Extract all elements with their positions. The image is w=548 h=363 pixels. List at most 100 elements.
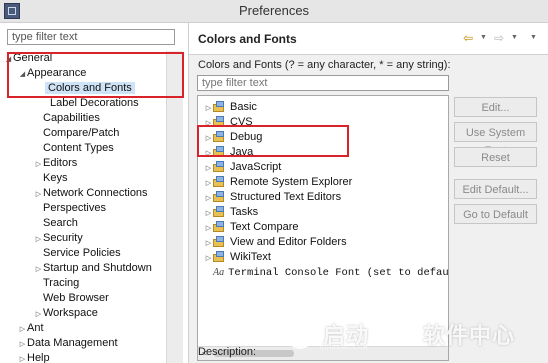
expand-arrow-icon[interactable]: ▷: [18, 322, 27, 337]
category-label: View and Editor Folders: [230, 236, 347, 248]
expand-arrow-icon[interactable]: ▷: [34, 187, 43, 202]
expand-arrow-icon[interactable]: ▷: [34, 307, 43, 322]
category-folder-icon: [213, 191, 226, 202]
page-description: Colors and Fonts (? = any character, * =…: [198, 59, 451, 71]
description-label: Description:: [198, 346, 257, 358]
font-item-terminal-console[interactable]: Aa Terminal Console Font (set to default: [213, 265, 449, 280]
tree-item-label: General: [13, 52, 53, 64]
category-basic[interactable]: ▷ Basic: [204, 100, 257, 115]
edit-button[interactable]: Edit...: [454, 97, 537, 117]
tree-item-label: Search: [43, 217, 78, 229]
tree-item-help[interactable]: ▷ Help: [18, 351, 50, 363]
expand-arrow-icon[interactable]: ▷: [204, 101, 213, 116]
tree-item-general[interactable]: ◢ General: [4, 51, 52, 66]
expand-arrow-icon[interactable]: ▷: [204, 131, 213, 146]
category-label: JavaScript: [230, 161, 282, 173]
expand-arrow-icon[interactable]: ▷: [204, 116, 213, 131]
colors-filter-input[interactable]: [197, 75, 449, 91]
category-label: Tasks: [230, 206, 259, 218]
tree-item-colors-and-fonts[interactable]: Colors and Fonts: [36, 81, 135, 96]
tree-item-capabilities[interactable]: Capabilities: [34, 111, 100, 126]
category-folder-icon: [213, 176, 226, 187]
tree-item-data-management[interactable]: ▷ Data Management: [18, 336, 118, 351]
tree-item-label: Service Policies: [43, 247, 121, 259]
category-folder-icon: [213, 221, 226, 232]
tree-item-compare-patch[interactable]: Compare/Patch: [34, 126, 119, 141]
window-title: Preferences: [238, 3, 310, 18]
tree-item-label: Workspace: [43, 307, 98, 319]
preferences-nav-pane: ◢General ◢Appearance Colors and Fonts La…: [0, 23, 189, 363]
tree-item-label: Compare/Patch: [43, 127, 120, 139]
category-structured-text-editors[interactable]: ▷ Structured Text Editors: [204, 190, 341, 205]
category-text-compare[interactable]: ▷ Text Compare: [204, 220, 298, 235]
expand-arrow-icon[interactable]: ▷: [34, 157, 43, 172]
category-javascript[interactable]: ▷ JavaScript: [204, 160, 281, 175]
category-remote-system-explorer[interactable]: ▷ Remote System Explorer: [204, 175, 352, 190]
tree-item-perspectives[interactable]: Perspectives: [34, 201, 106, 216]
font-item-label: Terminal Console Font (set to default: [228, 267, 449, 279]
tree-item-tracing[interactable]: Tracing: [34, 276, 79, 291]
category-java[interactable]: ▷ Java: [204, 145, 253, 160]
tree-item-content-types[interactable]: Content Types: [34, 141, 114, 156]
tree-item-label: Data Management: [27, 337, 118, 349]
preference-page: Colors and Fonts ⇦ ▼ ⇨ ▼ ▼ Colors and Fo…: [189, 23, 548, 363]
category-debug[interactable]: ▷ Debug: [204, 130, 262, 145]
tree-item-label: Network Connections: [43, 187, 148, 199]
category-folder-icon: [213, 161, 226, 172]
tree-item-web-browser[interactable]: Web Browser: [34, 291, 109, 306]
tree-item-workspace[interactable]: ▷ Workspace: [34, 306, 98, 321]
forward-arrow-icon[interactable]: ⇨: [494, 31, 504, 45]
nav-vertical-scrollbar[interactable]: [166, 51, 183, 363]
expand-arrow-icon[interactable]: ▷: [204, 221, 213, 236]
nav-filter-input[interactable]: [7, 29, 175, 45]
expand-arrow-icon[interactable]: ▷: [204, 251, 213, 266]
tree-item-network-connections[interactable]: ▷ Network Connections: [34, 186, 148, 201]
back-arrow-icon[interactable]: ⇦: [463, 31, 473, 45]
expand-arrow-icon[interactable]: ▷: [204, 176, 213, 191]
colors-and-fonts-tree: ▷ Basic ▷ CVS ▷ Debug ▷ Java ▷ JavaScript ▷ Re…: [197, 95, 449, 361]
category-view-and-editor-folders[interactable]: ▷ View and Editor Folders: [204, 235, 347, 250]
tree-item-label: Startup and Shutdown: [43, 262, 152, 274]
expand-arrow-icon[interactable]: ▷: [204, 236, 213, 251]
category-tasks[interactable]: ▷ Tasks: [204, 205, 258, 220]
preferences-tree: ◢ General ◢ Appearance Colors and Fonts La…: [0, 51, 166, 363]
expand-arrow-icon[interactable]: ▷: [18, 337, 27, 352]
forward-history-dropdown-icon[interactable]: ▼: [511, 34, 518, 41]
window-titlebar: Preferences: [0, 0, 548, 23]
use-system-font-button[interactable]: Use System Font: [454, 122, 537, 157]
expand-arrow-icon[interactable]: ▷: [204, 146, 213, 161]
expand-arrow-icon[interactable]: ▷: [34, 232, 43, 247]
expand-arrow-icon[interactable]: ▷: [204, 191, 213, 206]
tree-item-label: Perspectives: [43, 202, 106, 214]
tree-item-label: Editors: [43, 157, 78, 169]
tree-item-label: Tracing: [43, 277, 80, 289]
category-cvs[interactable]: ▷ CVS: [204, 115, 253, 130]
tree-item-label-decorations[interactable]: Label Decorations: [50, 96, 139, 111]
tree-item-editors[interactable]: ▷ Editors: [34, 156, 77, 171]
category-label: Text Compare: [230, 221, 299, 233]
tree-item-security[interactable]: ▷ Security: [34, 231, 83, 246]
category-label: CVS: [230, 116, 253, 128]
tree-item-ant[interactable]: ▷ Ant: [18, 321, 44, 336]
tree-item-startup-and-shutdown[interactable]: ▷ Startup and Shutdown: [34, 261, 152, 276]
expand-arrow-icon[interactable]: ▷: [18, 352, 27, 363]
view-menu-icon[interactable]: ▼: [530, 34, 537, 41]
expand-arrow-icon[interactable]: ▷: [34, 262, 43, 277]
back-history-dropdown-icon[interactable]: ▼: [480, 34, 487, 41]
tree-item-service-policies[interactable]: Service Policies: [34, 246, 121, 261]
go-to-default-button[interactable]: Go to Default: [454, 204, 537, 224]
tree-item-appearance[interactable]: ◢ Appearance: [18, 66, 87, 82]
category-folder-icon: [213, 101, 226, 112]
expand-arrow-icon[interactable]: ◢: [4, 52, 13, 67]
category-wikitext[interactable]: ▷ WikiText: [204, 250, 271, 265]
tree-item-label: Ant: [27, 322, 44, 334]
expand-arrow-icon[interactable]: ◢: [18, 67, 27, 82]
reset-button[interactable]: Reset: [454, 147, 537, 167]
app-icon: [4, 3, 20, 19]
tree-item-keys[interactable]: Keys: [34, 171, 67, 186]
expand-arrow-icon[interactable]: ▷: [204, 161, 213, 176]
expand-arrow-icon[interactable]: ▷: [204, 206, 213, 221]
tree-item-search[interactable]: Search: [34, 216, 78, 231]
tree-item-label: Help: [27, 352, 50, 363]
edit-default-button[interactable]: Edit Default...: [454, 179, 537, 199]
